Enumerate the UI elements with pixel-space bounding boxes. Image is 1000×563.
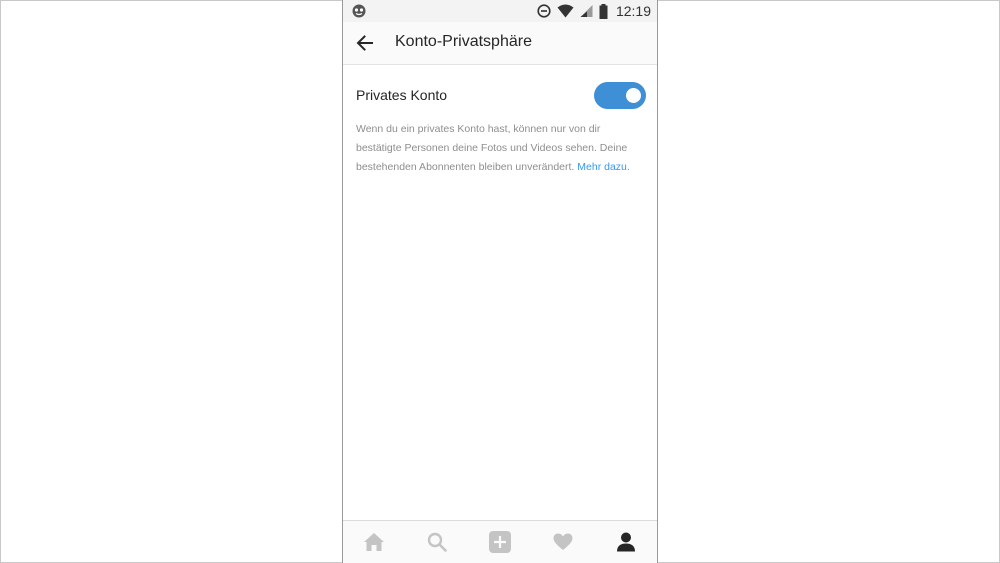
phone-screen: 12:19 Konto-Privatsphäre Privates Konto …: [342, 0, 658, 563]
search-icon: [427, 532, 447, 552]
private-account-toggle[interactable]: [594, 82, 646, 109]
profile-icon: [616, 532, 635, 552]
page-title: Konto-Privatsphäre: [395, 33, 532, 50]
signal-icon: [580, 5, 593, 17]
nav-profile[interactable]: [606, 522, 646, 562]
wifi-icon: [557, 4, 574, 18]
app-header: Konto-Privatsphäre: [343, 22, 657, 65]
nav-home[interactable]: [354, 522, 394, 562]
status-bar: 12:19: [343, 0, 657, 22]
nav-add[interactable]: [480, 522, 520, 562]
home-icon: [364, 533, 385, 551]
bottom-navigation: [343, 520, 657, 563]
status-time: 12:19: [615, 3, 651, 19]
toggle-knob: [626, 88, 641, 103]
setting-label: Privates Konto: [356, 87, 448, 103]
status-icons: 12:19: [531, 2, 651, 20]
setting-description: Wenn du ein privates Konto hast, können …: [356, 120, 646, 177]
back-arrow-icon[interactable]: [353, 31, 377, 55]
add-post-icon: [488, 531, 511, 553]
heart-icon: [553, 533, 573, 550]
private-account-setting: Privates Konto: [356, 80, 646, 112]
data-saver-icon: [537, 4, 551, 18]
app-notification-icon: [352, 4, 366, 18]
learn-more-link[interactable]: Mehr dazu.: [577, 161, 630, 173]
battery-icon: [599, 3, 608, 19]
nav-search[interactable]: [417, 522, 457, 562]
nav-activity[interactable]: [543, 522, 583, 562]
